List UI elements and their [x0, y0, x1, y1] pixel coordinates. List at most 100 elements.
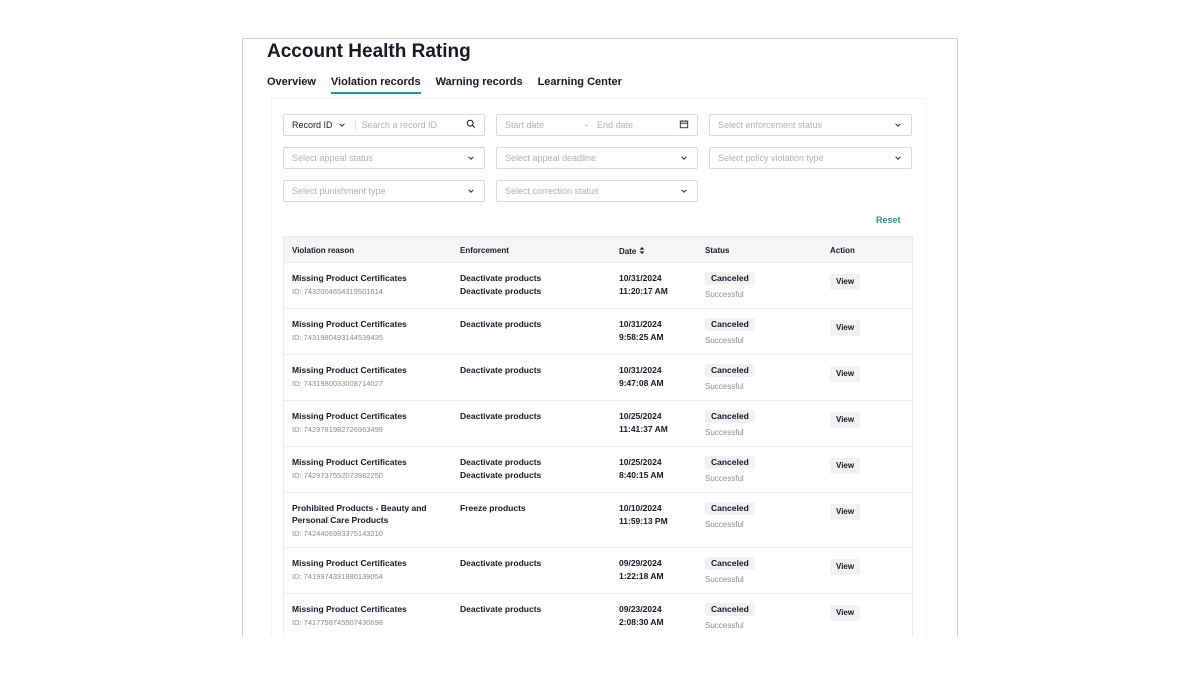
status-detail: Successful — [705, 621, 744, 630]
violation-time: 9:47:08 AM — [619, 377, 664, 388]
status-badge: Canceled — [705, 272, 755, 285]
table-body: Missing Product Certificates ID: 7432004… — [284, 263, 912, 637]
view-button[interactable]: View — [830, 412, 861, 428]
violation-reason: Missing Product Certificates — [292, 319, 407, 329]
appeal-deadline-select[interactable]: Select appeal deadline — [496, 147, 698, 169]
violation-date: 10/25/2024 — [619, 457, 662, 467]
table-row: Missing Product Certificates ID: 7429781… — [284, 401, 912, 447]
correction-status-select[interactable]: Select correction status — [496, 180, 698, 202]
date-separator: - — [585, 120, 588, 130]
header-enforcement: Enforcement — [460, 246, 509, 255]
violation-reason: Missing Product Certificates — [292, 558, 407, 568]
view-button[interactable]: View — [830, 559, 861, 575]
table-row: Missing Product Certificates ID: 7417758… — [284, 594, 912, 637]
violation-records-table: Violation reason Enforcement Date Status… — [283, 236, 913, 637]
header-date[interactable]: Date — [619, 246, 645, 257]
date-cell: 09/29/2024 1:22:18 AM — [619, 557, 664, 582]
action-cell: View — [830, 456, 861, 474]
sort-icon[interactable] — [639, 246, 645, 257]
status-badge: Canceled — [705, 318, 755, 331]
enforcement-action: Deactivate products — [460, 457, 542, 467]
record-id: ID: 7431980033008714027 — [292, 379, 383, 388]
violation-date: 09/23/2024 — [619, 604, 662, 614]
violation-reason-cell: Missing Product Certificates ID: 7429737… — [292, 456, 442, 482]
status-badge: Canceled — [705, 603, 755, 616]
enforcement-cell: Deactivate products Deactivate products — [460, 272, 541, 297]
reset-button[interactable]: Reset — [876, 215, 901, 225]
chevron-down-icon — [893, 120, 903, 130]
violation-reason-cell: Missing Product Certificates ID: 7431980… — [292, 318, 442, 344]
violation-time: 11:20:17 AM — [619, 285, 668, 296]
chevron-down-icon — [337, 120, 347, 130]
policy-violation-placeholder: Select policy violation type — [718, 153, 824, 163]
header-status: Status — [705, 246, 730, 255]
tab-violation-records[interactable]: Violation records — [330, 76, 421, 94]
status-detail: Successful — [705, 474, 744, 483]
app-frame: Account Health Rating Overview Violation… — [242, 38, 958, 637]
enforcement-status-select[interactable]: Select enforcement status — [709, 114, 912, 136]
status-detail: Successful — [705, 382, 744, 391]
record-id-select[interactable]: Record ID — [292, 120, 356, 130]
record-id: ID: 7431980493144539435 — [292, 333, 383, 342]
action-cell: View — [830, 502, 861, 520]
violation-date: 10/31/2024 — [619, 273, 662, 283]
violation-time: 8:40:15 AM — [619, 469, 664, 480]
header-action: Action — [830, 246, 855, 255]
view-button[interactable]: View — [830, 366, 861, 382]
status-badge: Canceled — [705, 557, 755, 570]
date-cell: 10/31/2024 9:58:25 AM — [619, 318, 664, 343]
calendar-icon[interactable] — [679, 119, 689, 131]
enforcement-cell: Freeze products — [460, 502, 526, 515]
chevron-down-icon — [466, 186, 476, 196]
status-cell: Canceled Successful — [705, 410, 755, 439]
chevron-down-icon — [679, 153, 689, 163]
page-title: Account Health Rating — [267, 41, 471, 62]
record-id-search-field[interactable]: Record ID Search a record ID — [283, 114, 485, 136]
tab-overview[interactable]: Overview — [267, 76, 316, 94]
header-violation-reason: Violation reason — [292, 246, 355, 255]
view-button[interactable]: View — [830, 605, 861, 621]
violation-reason-cell: Missing Product Certificates ID: 7429781… — [292, 410, 442, 436]
record-id: ID: 7429737552073982250 — [292, 471, 383, 480]
enforcement-action: Deactivate products — [460, 285, 542, 296]
status-badge: Canceled — [705, 410, 755, 423]
start-date-input[interactable]: Start date — [505, 120, 585, 130]
view-button[interactable]: View — [830, 504, 861, 520]
punishment-type-placeholder: Select punishment type — [292, 186, 386, 196]
status-cell: Canceled Successful — [705, 603, 755, 632]
status-detail: Successful — [705, 575, 744, 584]
enforcement-action: Deactivate products — [460, 604, 542, 614]
date-cell: 10/10/2024 11:59:13 PM — [619, 502, 668, 527]
search-input[interactable]: Search a record ID — [362, 120, 466, 130]
action-cell: View — [830, 557, 861, 575]
record-id: ID: 7424406983375143210 — [292, 529, 383, 538]
view-button[interactable]: View — [830, 458, 861, 474]
enforcement-cell: Deactivate products — [460, 410, 541, 423]
date-range-picker[interactable]: Start date - End date — [496, 114, 698, 136]
punishment-type-select[interactable]: Select punishment type — [283, 180, 485, 202]
enforcement-action: Deactivate products — [460, 558, 542, 568]
action-cell: View — [830, 272, 861, 290]
violation-reason: Missing Product Certificates — [292, 604, 407, 614]
date-cell: 10/31/2024 9:47:08 AM — [619, 364, 664, 389]
search-icon[interactable] — [466, 119, 476, 131]
enforcement-cell: Deactivate products — [460, 603, 541, 616]
tab-learning-center[interactable]: Learning Center — [538, 76, 622, 94]
violation-time: 9:58:25 AM — [619, 331, 664, 342]
violation-date: 10/10/2024 — [619, 503, 662, 513]
enforcement-action: Deactivate products — [460, 273, 542, 283]
chevron-down-icon — [679, 186, 689, 196]
policy-violation-type-select[interactable]: Select policy violation type — [709, 147, 912, 169]
violation-reason: Missing Product Certificates — [292, 411, 407, 421]
tab-warning-records[interactable]: Warning records — [436, 76, 523, 94]
enforcement-action: Deactivate products — [460, 319, 542, 329]
view-button[interactable]: View — [830, 320, 861, 336]
appeal-status-select[interactable]: Select appeal status — [283, 147, 485, 169]
violation-reason-cell: Prohibited Products - Beauty and Persona… — [292, 502, 442, 540]
tab-bar: Overview Violation records Warning recor… — [267, 76, 622, 94]
violation-records-panel: Record ID Search a record ID Start date … — [272, 99, 926, 637]
end-date-input[interactable]: End date — [597, 120, 679, 130]
view-button[interactable]: View — [830, 274, 861, 290]
record-id: ID: 7419974391880139054 — [292, 572, 383, 581]
enforcement-cell: Deactivate products — [460, 364, 541, 377]
